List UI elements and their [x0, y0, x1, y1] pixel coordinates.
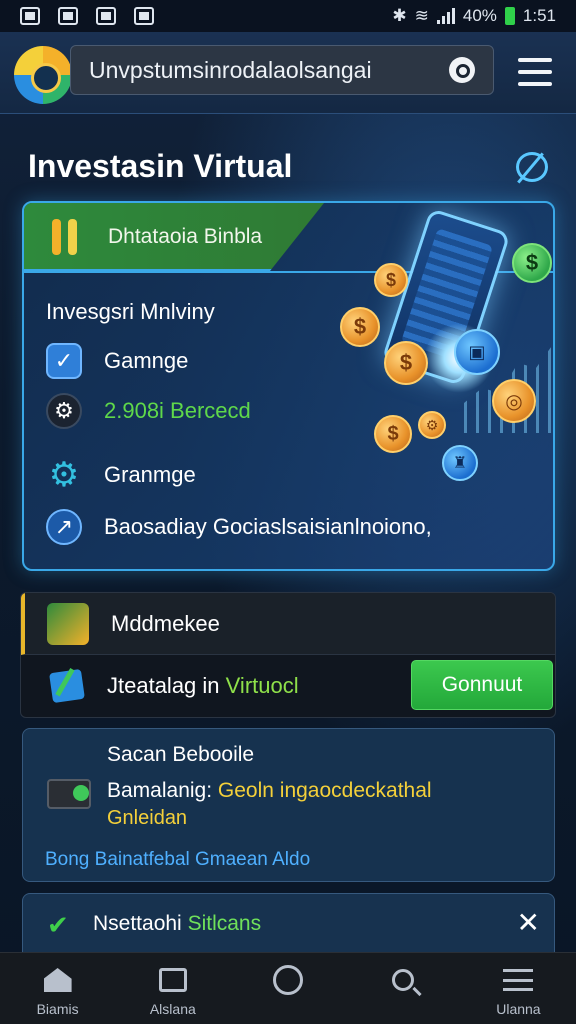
edit-icon	[157, 965, 189, 995]
hero-subtitle: Invesgsri Mnlviny	[46, 299, 215, 324]
battery-icon	[504, 7, 515, 25]
nav-label: Ulanna	[496, 1001, 541, 1017]
gear-icon: ⚙	[46, 393, 82, 429]
app-logo[interactable]	[14, 46, 72, 104]
nav-label: Alslana	[149, 1001, 196, 1017]
hero-row[interactable]: ⚙ 2.908i Bercecd	[46, 393, 251, 429]
dollar-coin-icon: $	[374, 415, 412, 453]
calendar-notification-icon	[58, 7, 78, 25]
hero-row[interactable]: ✓ Gamnge	[46, 343, 188, 379]
card-title: Mddmekee	[111, 611, 220, 636]
nav-item-circle[interactable]	[230, 953, 345, 1024]
signal-icon	[436, 8, 455, 24]
title-highlight: Sitlcans	[187, 912, 262, 935]
card-text-prefix: Jteatalag in	[107, 673, 220, 698]
continue-button[interactable]: Gonnuut	[411, 660, 553, 710]
banner-label: Dhtataoia Binbla	[108, 225, 263, 248]
dollar-coin-icon: $	[374, 263, 408, 297]
app-header: Unvpstumsinrodalaolsangai	[0, 32, 576, 114]
search-bar[interactable]: Unvpstumsinrodalaolsangai	[70, 45, 494, 95]
wallet-icon	[47, 779, 91, 809]
info-card[interactable]: Sacan Bebooile Bamalanig: Geoln ingaocde…	[22, 728, 555, 882]
status-bar: ✱ ≋ 40% 1:51	[0, 0, 576, 32]
hamburger-menu-icon[interactable]	[518, 58, 552, 86]
system-status: ✱ ≋ 40% 1:51	[392, 6, 556, 26]
hero-banner[interactable]: Dhtataoia Binbla	[24, 203, 324, 271]
card-title: Sacan Bebooile	[107, 743, 255, 766]
hero-card[interactable]: Dhtataoia Binbla $ $ $ $ ▣ ◎ $ ⚙ ♜ Inves…	[22, 201, 555, 571]
nav-item-edit[interactable]: Alslana	[115, 953, 230, 1024]
close-icon[interactable]: ✕	[517, 906, 540, 939]
search-input[interactable]: Unvpstumsinrodalaolsangai	[89, 57, 449, 84]
nav-label: Biamis	[36, 1001, 79, 1017]
check-icon: ✔	[47, 910, 69, 940]
compass-icon: ↗	[46, 509, 82, 545]
hero-row[interactable]: ⚙ Granmge	[46, 456, 196, 494]
wifi-icon: ≋	[414, 6, 429, 25]
dollar-coin-icon: $	[384, 341, 428, 385]
coin-icon: ◎	[492, 379, 536, 423]
dollar-coin-icon: $	[512, 243, 552, 283]
checkbox-icon: ✓	[46, 343, 82, 379]
circle-icon	[272, 965, 304, 995]
coin-icon: ♜	[442, 445, 478, 481]
card-header: Mddmekee	[21, 593, 555, 655]
page-title: Investasin Virtual	[28, 148, 293, 184]
nav-item-home[interactable]: Biamis	[0, 953, 115, 1024]
row-label: Baosadiay Gociaslsaisianlnoiono,	[104, 514, 432, 539]
search-icon	[387, 965, 419, 995]
photo-notification-icon	[96, 7, 116, 25]
coin-icon: ⚙	[418, 411, 446, 439]
app-coin-icon: ▣	[454, 329, 500, 375]
brush-icon	[46, 217, 86, 257]
battery-percentage: 40%	[462, 6, 497, 25]
notification-icons	[20, 7, 154, 25]
nav-item-search[interactable]	[346, 953, 461, 1024]
dollar-coin-icon: $	[340, 307, 380, 347]
image-notification-icon	[20, 7, 40, 25]
card-text-highlight: Virtuocl	[225, 673, 299, 698]
clock: 1:51	[522, 6, 556, 25]
cog-icon: ⚙	[48, 456, 80, 494]
line-prefix: Bamalanig:	[107, 779, 213, 802]
download-notification-icon	[134, 7, 154, 25]
title-prefix: Nsettaohi	[93, 912, 182, 935]
nav-item-menu[interactable]: Ulanna	[461, 953, 576, 1024]
hero-row[interactable]: ↗ Baosadiay Gociaslsaisianlnoiono,	[46, 509, 432, 545]
bluetooth-icon: ✱	[392, 6, 407, 25]
home-icon	[42, 965, 74, 995]
card-line: Gnleidan	[107, 807, 188, 829]
card-line: Bamalanig: Geoln ingaocdeckathal	[107, 779, 432, 803]
row-label: Gamnge	[104, 348, 189, 373]
row-value: 2.908i Bercecd	[104, 398, 251, 423]
bottom-nav: Biamis Alslana Ulanna	[0, 952, 576, 1024]
line-highlight: Geoln ingaocdeckathal	[217, 779, 432, 802]
search-icon[interactable]	[449, 57, 475, 83]
edit-icon	[49, 668, 85, 704]
tools-icon	[47, 603, 89, 645]
refresh-icon[interactable]	[516, 152, 548, 182]
card-link[interactable]: Bong Bainatfebal Gmaean Aldo	[45, 849, 310, 871]
row-label: Granmge	[104, 462, 196, 487]
card-text: Jteatalag in Virtuocl	[107, 673, 299, 699]
menu-icon	[502, 965, 534, 995]
notification-title: Nsettaohi Sitlcans	[93, 912, 261, 936]
